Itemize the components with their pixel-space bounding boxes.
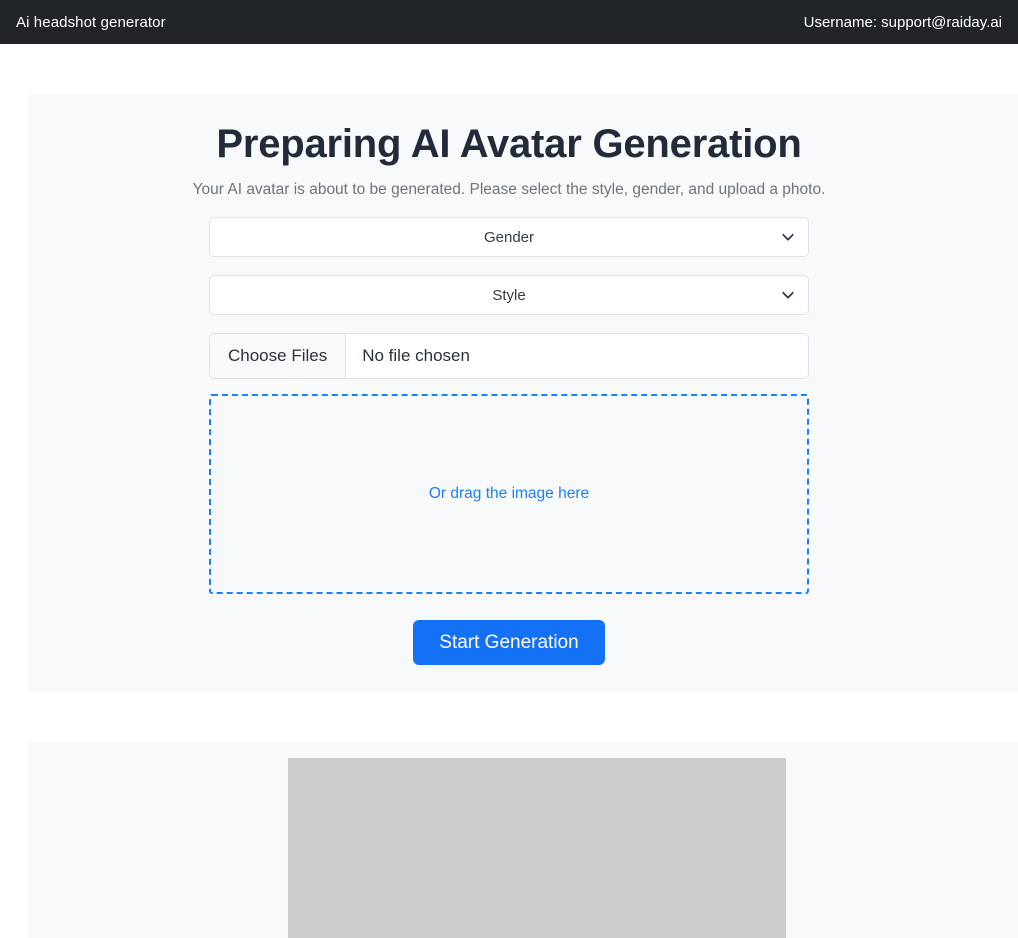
start-generation-button[interactable]: Start Generation [413,620,605,665]
page-subtitle: Your AI avatar is about to be generated.… [192,181,826,198]
style-select-wrapper: Style [209,275,809,315]
username-label: Username: support@raiday.ai [803,13,1002,31]
card-gap [0,693,1018,742]
submit-row: Start Generation [209,620,809,665]
dropzone-label: Or drag the image here [428,485,590,502]
style-select[interactable]: Style [209,275,809,315]
gender-select-value: Gender [483,228,535,246]
image-placeholder [288,758,786,938]
gender-select-wrapper: Gender [209,217,809,257]
page-body: Preparing AI Avatar Generation Your AI a… [0,44,1018,938]
file-upload-input[interactable]: Choose Files No file chosen [209,333,809,379]
result-card [28,742,1018,938]
image-dropzone[interactable]: Or drag the image here [209,394,809,594]
generation-card: Preparing AI Avatar Generation Your AI a… [28,95,1018,693]
page-title: Preparing AI Avatar Generation [216,122,802,166]
style-select-value: Style [492,286,526,304]
top-navbar: Ai headshot generator Username: support@… [0,0,1018,44]
choose-files-button[interactable]: Choose Files [210,334,347,378]
gender-select[interactable]: Gender [209,217,809,257]
generation-form: Gender Style Choose Files No file chosen… [209,217,809,665]
app-title: Ai headshot generator [16,13,166,31]
file-chosen-status: No file chosen [362,346,470,365]
